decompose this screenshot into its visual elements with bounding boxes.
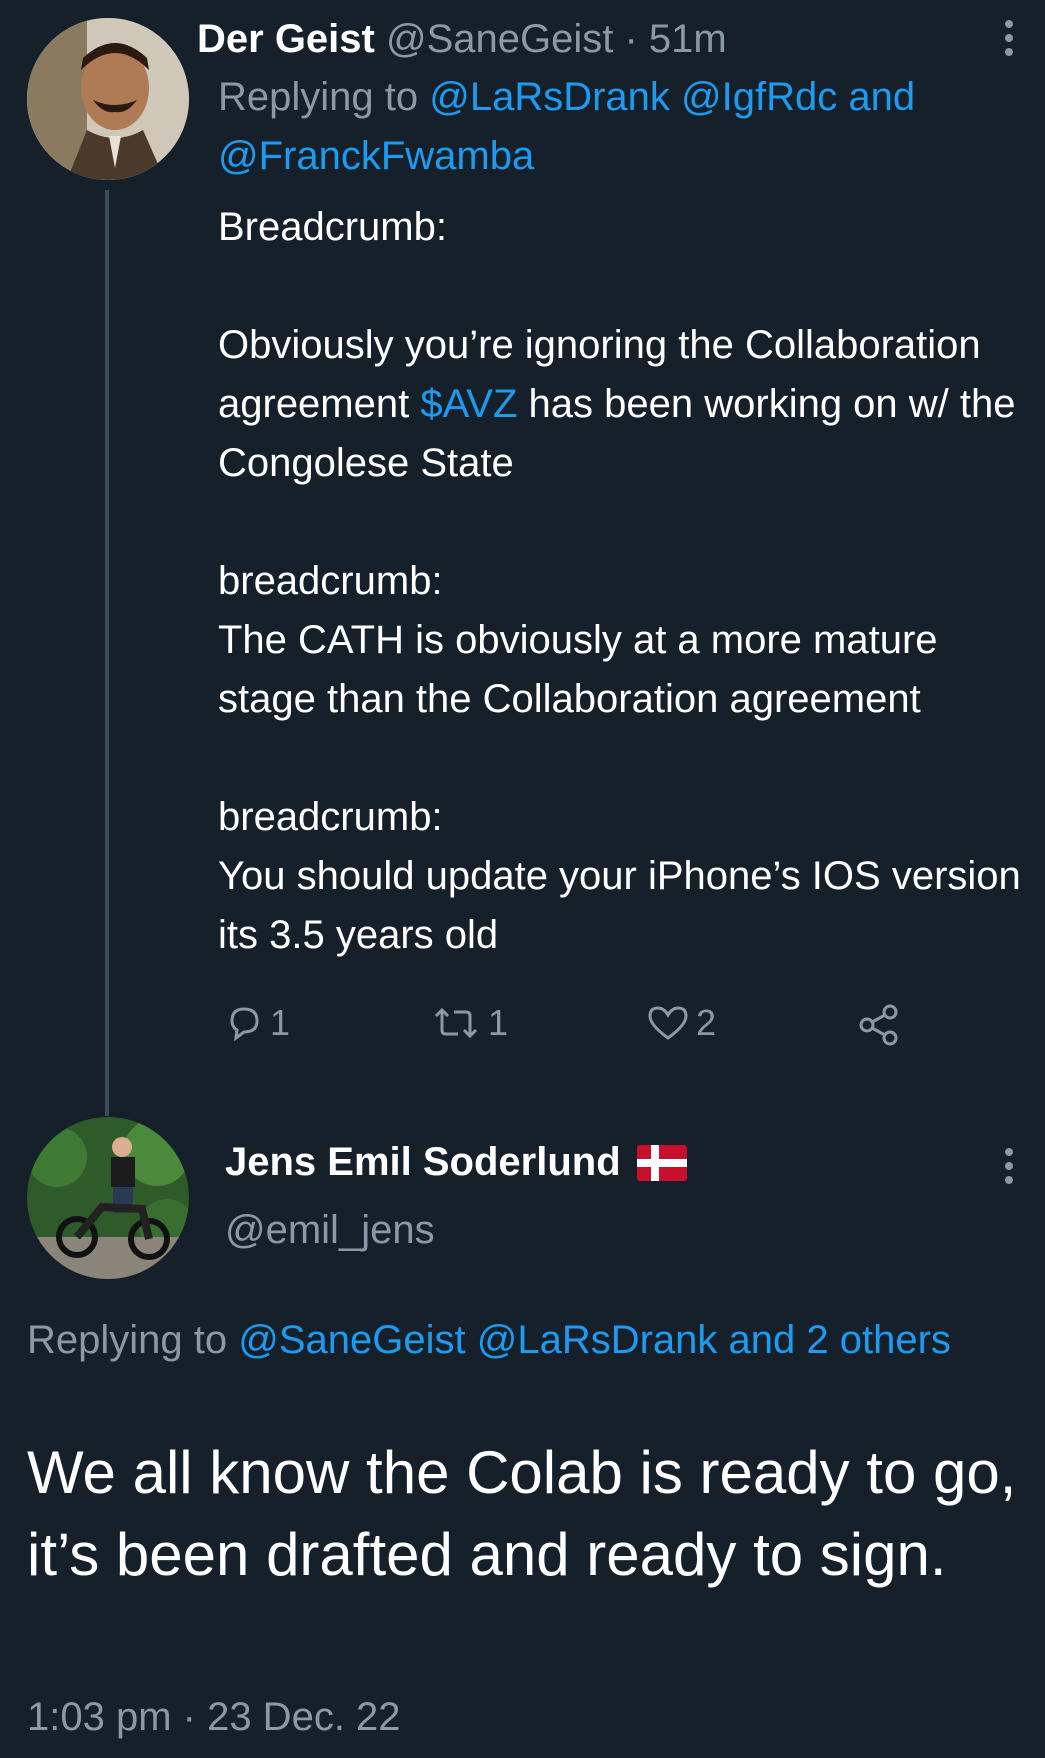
tweet2-text: We all know the Colab is ready to go, it… xyxy=(27,1439,1034,1588)
tweet2-author-name[interactable]: Jens Emil Soderlund xyxy=(225,1140,621,1185)
retweet-icon xyxy=(434,1007,478,1039)
like-count: 2 xyxy=(696,1002,717,1043)
reply-count: 1 xyxy=(270,1002,291,1043)
share-button[interactable] xyxy=(856,1002,902,1048)
avatar-jens-image xyxy=(27,1117,189,1279)
tweet2-replying-links[interactable]: @SaneGeist @LaRsDrank and 2 others xyxy=(238,1318,951,1362)
denmark-flag-icon xyxy=(636,1144,687,1181)
tweet1-text: Breadcrumb: Obviously you’re ignoring th… xyxy=(218,198,1038,965)
tweet1-author-handle[interactable]: @SaneGeist xyxy=(386,17,613,61)
like-button[interactable]: 2 xyxy=(646,1002,716,1044)
reply-button[interactable]: 1 xyxy=(224,1002,290,1044)
retweet-count: 1 xyxy=(488,1002,509,1043)
retweet-button[interactable]: 1 xyxy=(430,1002,508,1044)
tweet1-replying-to: Replying to @LaRsDrank @IgfRdc and @Fran… xyxy=(218,68,998,186)
tweet1-replying-prefix: Replying to xyxy=(218,75,430,119)
share-icon xyxy=(859,1004,898,1046)
tweet1-author-name[interactable]: Der Geist xyxy=(197,17,375,61)
thread-connector-line xyxy=(105,190,109,1116)
reply-icon xyxy=(230,1007,259,1042)
tweet2-replying-prefix: Replying to xyxy=(27,1318,239,1362)
tweet1-text-part-b: has been working on w/ the Congolese Sta… xyxy=(218,382,1021,957)
tweet2-timestamp[interactable]: 1:03 pm · 23 Dec. 22 xyxy=(27,1695,401,1740)
tweet1-separator: · xyxy=(613,17,649,61)
avatar-der-geist[interactable] xyxy=(27,18,189,180)
tweet1-more-icon[interactable] xyxy=(1004,20,1014,56)
tweet1-time[interactable]: 51m xyxy=(649,17,727,61)
avatar-der-geist-image xyxy=(27,18,189,180)
tweet2-author-handle[interactable]: @emil_jens xyxy=(225,1208,435,1253)
tweet2-replying-to: Replying to @SaneGeist @LaRsDrank and 2 … xyxy=(27,1310,1007,1370)
heart-icon xyxy=(648,1006,688,1040)
tweet1-header: Der Geist @SaneGeist · 51m xyxy=(197,10,1025,69)
avatar-jens-emil-soderlund[interactable] xyxy=(27,1117,189,1279)
tweet2-more-icon[interactable] xyxy=(1004,1148,1014,1184)
cashtag-link[interactable]: $AVZ xyxy=(420,382,517,426)
tweet2-author[interactable]: Jens Emil Soderlund xyxy=(225,1140,687,1185)
